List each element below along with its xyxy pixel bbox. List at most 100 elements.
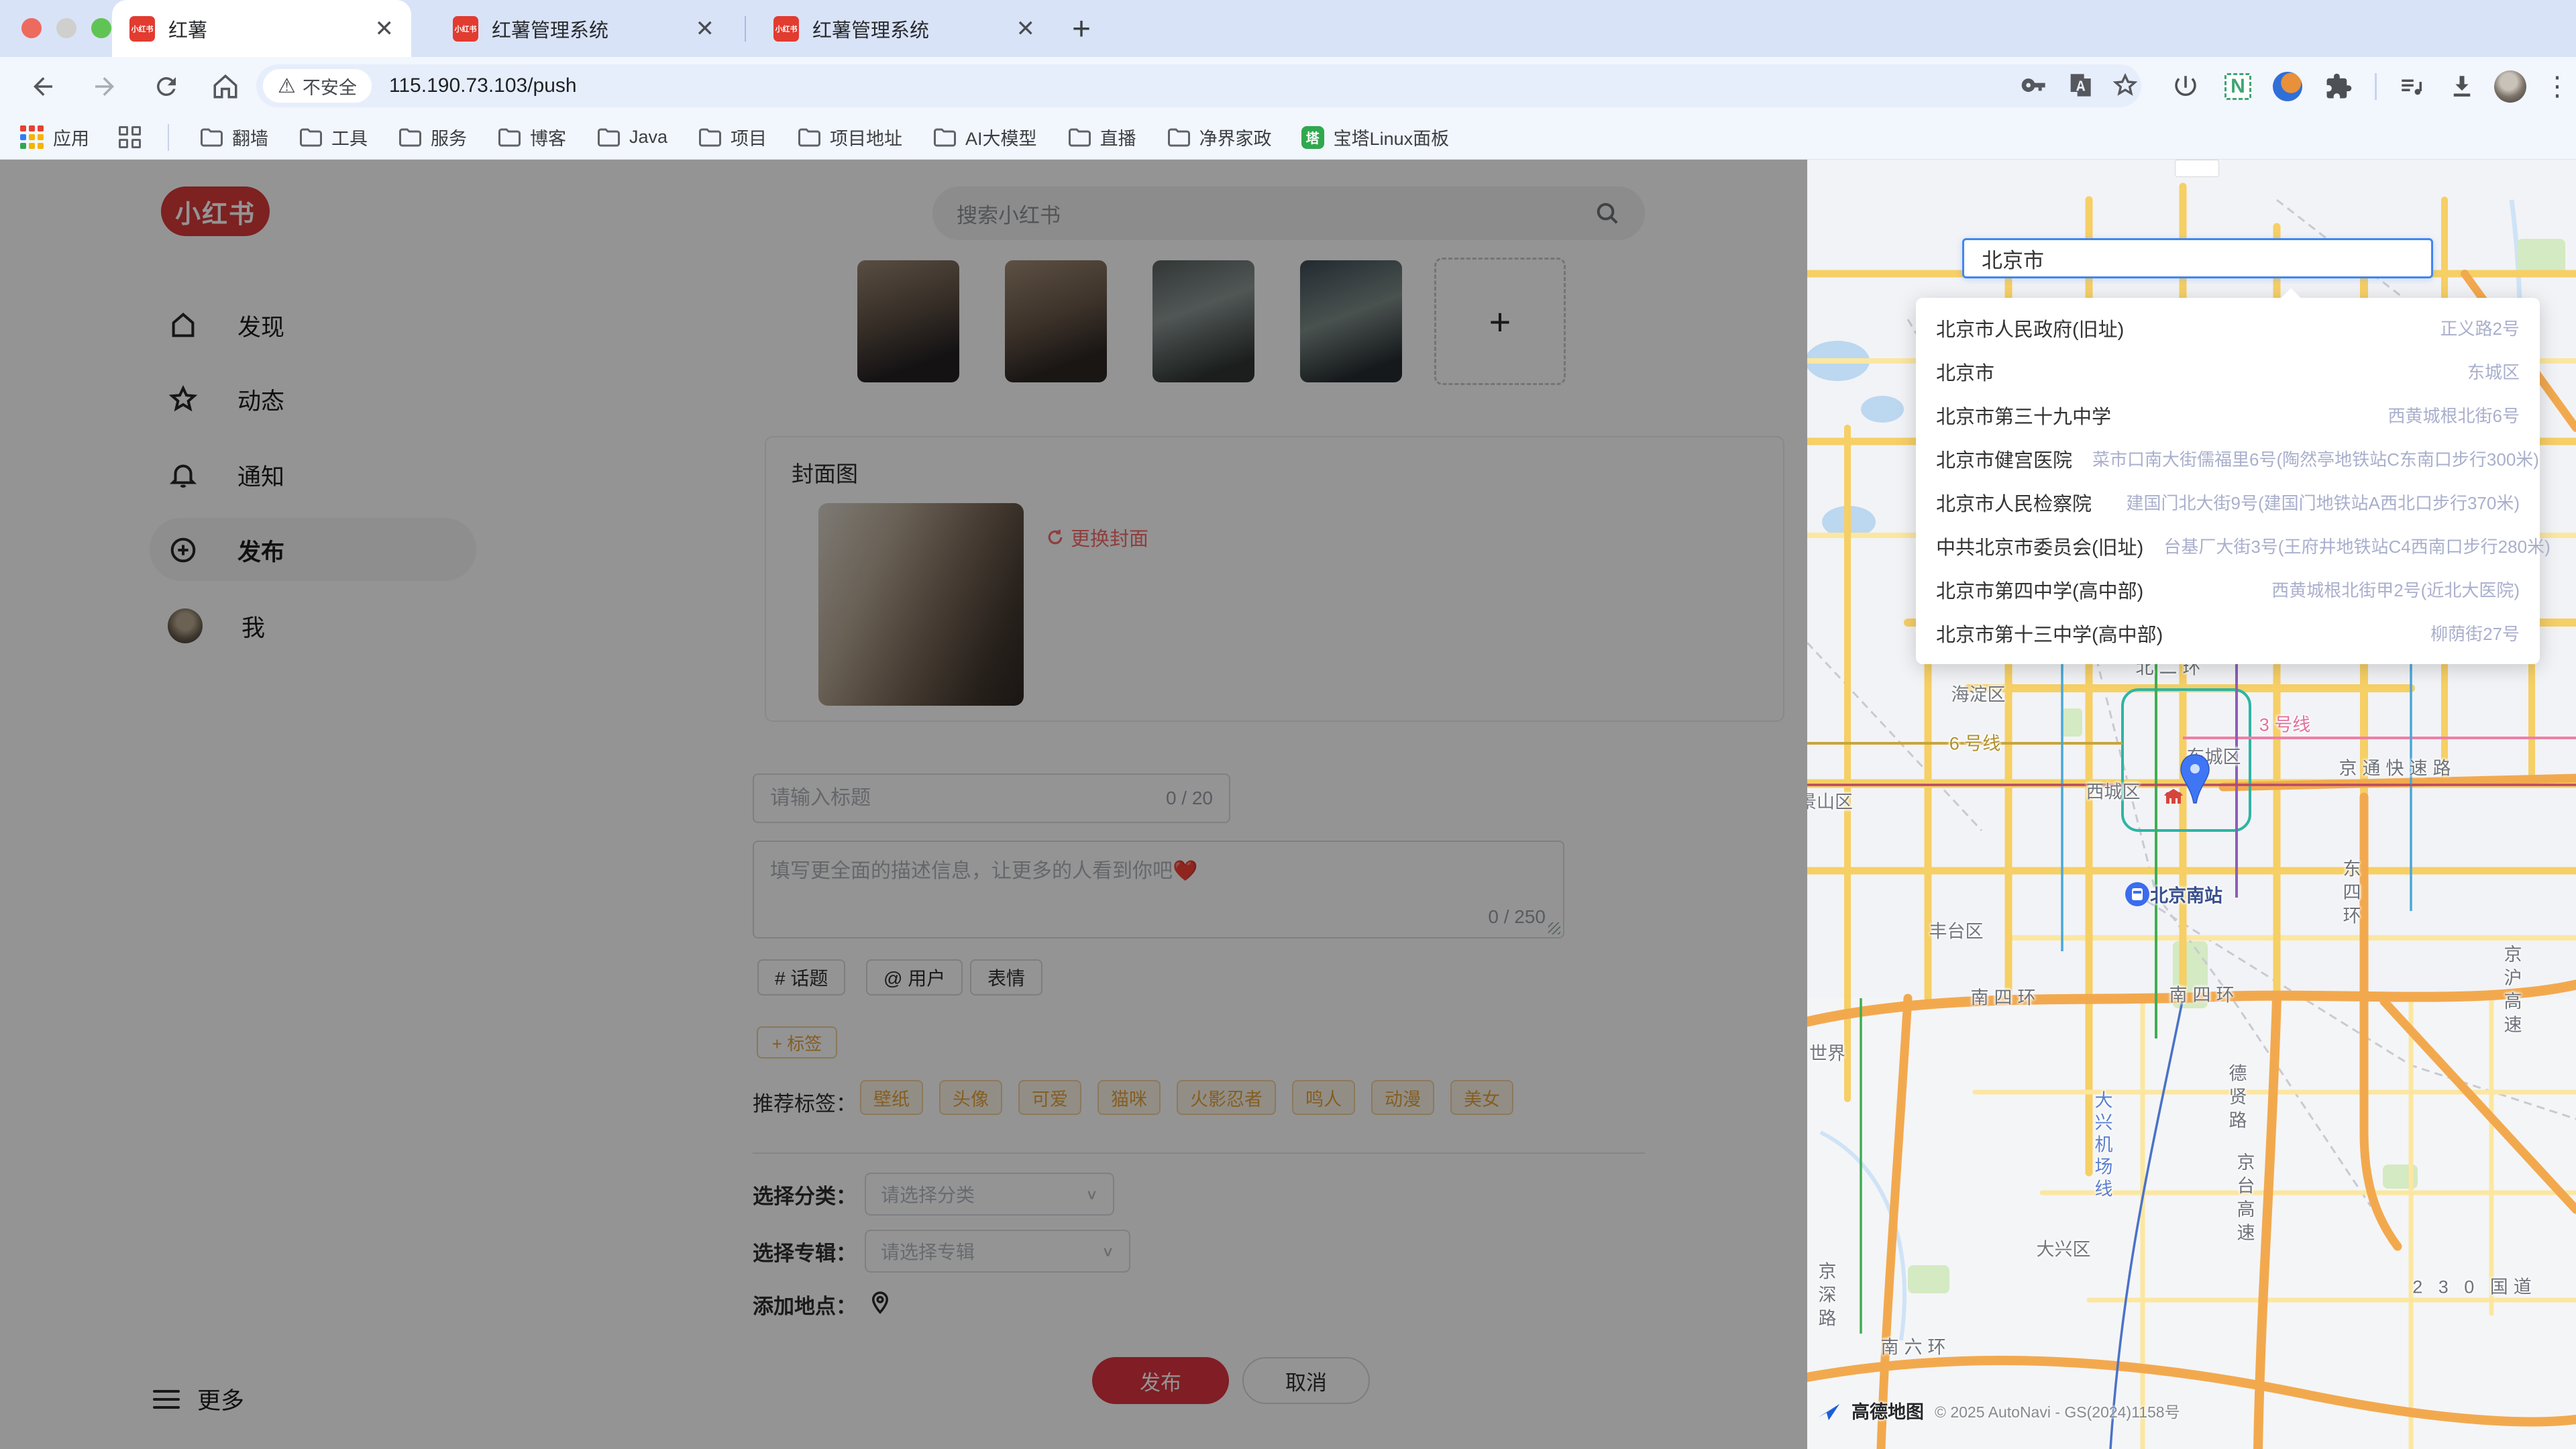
suggestion-row[interactable]: 北京市第三十九中学西黄城根北街6号 (1916, 393, 2540, 437)
road-label: 南六环 (1881, 1333, 1951, 1359)
bookmark-folder[interactable]: 项目 (697, 124, 767, 150)
road-label: 南四环 (2169, 981, 2240, 1007)
tab-title: 红薯管理系统 (492, 15, 684, 43)
road-label: 京沪高速 (2499, 945, 2525, 1038)
browser-toolbar: ⚠ 不安全 115.190.73.103/push N ⋮ (0, 57, 2576, 115)
metro-airport-line-label: 大兴机场线 (2090, 1091, 2116, 1201)
address-bar[interactable]: ⚠ 不安全 115.190.73.103/push (256, 64, 2141, 107)
location-suggestions-dropdown: 北京市人民政府(旧址)正义路2号 北京市东城区 北京市第三十九中学西黄城根北街6… (1916, 298, 2540, 664)
district-label: 海淀区 (1951, 680, 2006, 706)
power-extension-icon[interactable] (2169, 70, 2202, 103)
road-label: 京通快速路 (2339, 754, 2457, 780)
kebab-menu-icon[interactable]: ⋮ (2541, 70, 2573, 103)
tab-divider (745, 16, 746, 42)
bookmark-folder[interactable]: Java (596, 125, 667, 150)
district-label: 西城区 (2086, 777, 2141, 804)
bookmarks-separator (168, 124, 169, 151)
bookmark-folder[interactable]: 直播 (1067, 124, 1136, 150)
window-controls (21, 18, 111, 38)
district-label: 丰台区 (1929, 917, 1984, 943)
road-label: 德贤路 (2224, 1064, 2250, 1134)
bookmark-folder[interactable]: 净界家政 (1166, 124, 1272, 150)
suggestion-row[interactable]: 中共北京市委员会(旧址)台基厂大街3号(王府井地铁站C4西南口步行280米) (1916, 524, 2540, 568)
tab-3[interactable]: 小红书 红薯管理系统 ✕ (756, 0, 1053, 57)
station-label: 北京南站 (2150, 881, 2222, 908)
monkey-extension-icon[interactable] (2271, 70, 2304, 103)
suggestion-row[interactable]: 北京市东城区 (1916, 350, 2540, 393)
copyright-text: © 2025 AutoNavi - GS(2024)1158号 (1935, 1399, 2180, 1422)
map-panel[interactable]: 海淀区 北二环 6 号线 3 号线 东城区 西城区 石景山区 京通快速路 东四环… (1807, 160, 2576, 1449)
home-icon[interactable] (207, 68, 244, 105)
minimize-window-button[interactable] (56, 18, 76, 38)
bookmark-folder[interactable]: 博客 (496, 124, 566, 150)
bookmarks-bar: 应用 翻墙 工具 服务 博客 Java 项目 项目地址 AI大模型 直播 净界家… (0, 115, 2576, 160)
new-tab-button[interactable]: + (1072, 11, 1091, 48)
tab-title: 红薯管理系统 (812, 15, 1004, 43)
metro-line6-label: 6 号线 (1949, 729, 2001, 755)
forward-icon[interactable] (86, 68, 123, 105)
railway-station-icon (2125, 882, 2149, 906)
profile-avatar[interactable] (2494, 70, 2526, 103)
tab-title: 红薯 (168, 15, 363, 43)
suggestion-row[interactable]: 北京市第四中学(高中部)西黄城根北街甲2号(近北大医院) (1916, 568, 2540, 611)
bookmark-folder[interactable]: 翻墙 (199, 124, 268, 150)
road-label: 京深路 (1813, 1262, 1839, 1332)
tab-favicon: 小红书 (453, 16, 478, 42)
tab-close-icon[interactable]: ✕ (1016, 17, 1036, 40)
warning-icon: ⚠ (278, 74, 296, 98)
playlist-icon[interactable] (2396, 70, 2428, 103)
extensions-puzzle-icon[interactable] (2322, 70, 2355, 103)
bookmark-folder[interactable]: 工具 (298, 124, 368, 150)
bookmark-folder[interactable]: 服务 (397, 124, 467, 150)
baota-icon: 塔 (1301, 126, 1324, 149)
metro-line3-label: 3 号线 (2259, 710, 2311, 737)
bookmark-folder[interactable]: 项目地址 (796, 124, 902, 150)
tab-favicon: 小红书 (773, 16, 799, 42)
tab-favicon: 小红书 (129, 16, 155, 42)
map-attribution: 高德地图 © 2025 AutoNavi - GS(2024)1158号 (1818, 1397, 2180, 1424)
apps-grid-icon (20, 125, 44, 149)
tab-1-active[interactable]: 小红书 红薯 ✕ (112, 0, 411, 57)
bookmark-panels[interactable] (119, 126, 141, 148)
zoom-window-button[interactable] (91, 18, 111, 38)
toolbar-separator (2375, 73, 2377, 100)
map-search-input[interactable] (1964, 246, 2431, 270)
poi-label: 世界 (1809, 1039, 1845, 1065)
tab-strip: 小红书 红薯 ✕ 小红书 红薯管理系统 ✕ 小红书 红薯管理系统 ✕ + (0, 0, 2576, 57)
url-text[interactable]: 115.190.73.103/push (389, 74, 577, 97)
suggestion-row[interactable]: 北京市健宫医院菜市口南大街儒福里6号(陶然亭地铁站C东南口步行300米) (1916, 437, 2540, 480)
close-window-button[interactable] (21, 18, 42, 38)
tab-close-icon[interactable]: ✕ (696, 17, 715, 40)
security-label: 不安全 (303, 73, 357, 99)
reload-icon[interactable] (148, 68, 185, 105)
tab-close-icon[interactable]: ✕ (375, 17, 394, 40)
suggestion-row[interactable]: 北京市人民政府(旧址)正义路2号 (1916, 306, 2540, 350)
map-poi-box (2175, 160, 2219, 177)
tab-2[interactable]: 小红书 红薯管理系统 ✕ (435, 0, 732, 57)
road-label: 东四环 (2338, 859, 2364, 930)
browser-window: 小红书 红薯 ✕ 小红书 红薯管理系统 ✕ 小红书 红薯管理系统 ✕ + (0, 0, 2576, 1449)
password-key-icon[interactable] (2021, 72, 2050, 101)
notion-extension-icon[interactable]: N (2222, 70, 2254, 103)
bookmark-star-icon[interactable] (2112, 72, 2141, 101)
amap-logo-icon (1818, 1400, 1841, 1421)
bookmark-baota[interactable]: 塔 宝塔Linux面板 (1301, 124, 1450, 150)
squares-icon (119, 126, 141, 148)
bookmark-folder[interactable]: AI大模型 (932, 124, 1037, 150)
map-location-pin[interactable] (2178, 753, 2212, 810)
amap-brand: 高德地图 (1851, 1397, 1924, 1424)
page-content: 小红书 搜索小红书 发现 动态 通知 发布 我 更多 (0, 160, 2576, 1449)
district-label: 石景山区 (1807, 788, 1853, 814)
suggestion-row[interactable]: 北京市人民检察院建国门北大街9号(建国门地铁站A西北口步行370米) (1916, 480, 2540, 524)
district-label: 大兴区 (2037, 1235, 2091, 1261)
back-icon[interactable] (24, 68, 62, 105)
map-search-box (1962, 238, 2433, 278)
road-label: 南四环 (1971, 983, 2041, 1010)
modal-dim-overlay[interactable] (0, 160, 1807, 1449)
downloads-icon[interactable] (2446, 70, 2478, 103)
suggestion-row[interactable]: 北京市第十三中学(高中部)柳荫街27号 (1916, 611, 2540, 655)
road-label: 京台高速 (2232, 1152, 2258, 1246)
bookmark-apps[interactable]: 应用 (20, 124, 89, 150)
translate-icon[interactable] (2066, 72, 2096, 101)
security-badge[interactable]: ⚠ 不安全 (263, 69, 372, 103)
